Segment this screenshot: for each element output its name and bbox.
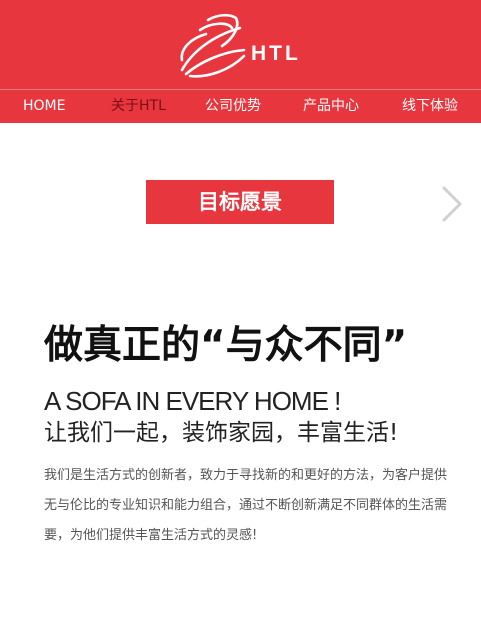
description-text: 我们是生活方式的创新者，致力于寻找新的和更好的方法，为客户提供无与伦比的专业知识… bbox=[44, 468, 448, 543]
logo-text: HTL bbox=[251, 42, 301, 65]
brand-logo[interactable]: HTL bbox=[178, 12, 306, 80]
slogan-chinese: 让我们一起，装饰家园，丰富生活! bbox=[44, 420, 399, 446]
nav-item-about[interactable]: 关于HTL bbox=[111, 90, 166, 123]
nav-item-advantages[interactable]: 公司优势 bbox=[205, 90, 261, 123]
nav-item-products[interactable]: 产品中心 bbox=[303, 90, 359, 123]
wing-swoosh-icon bbox=[180, 13, 246, 78]
main-nav: HOME 关于HTL 公司优势 产品中心 线下体验 bbox=[0, 89, 481, 123]
headline: 做真正的“与众不同” bbox=[44, 323, 408, 368]
next-slide-button[interactable] bbox=[436, 184, 466, 224]
chevron-right-icon bbox=[442, 186, 462, 222]
section-title: 目标愿景 bbox=[146, 180, 334, 224]
nav-item-home[interactable]: HOME bbox=[23, 90, 65, 123]
slogan-english: A SOFA IN EVERY HOME ! bbox=[44, 386, 341, 416]
nav-item-offline[interactable]: 线下体验 bbox=[402, 90, 458, 123]
header: HTL HOME 关于HTL 公司优势 产品中心 线下体验 bbox=[0, 0, 481, 123]
